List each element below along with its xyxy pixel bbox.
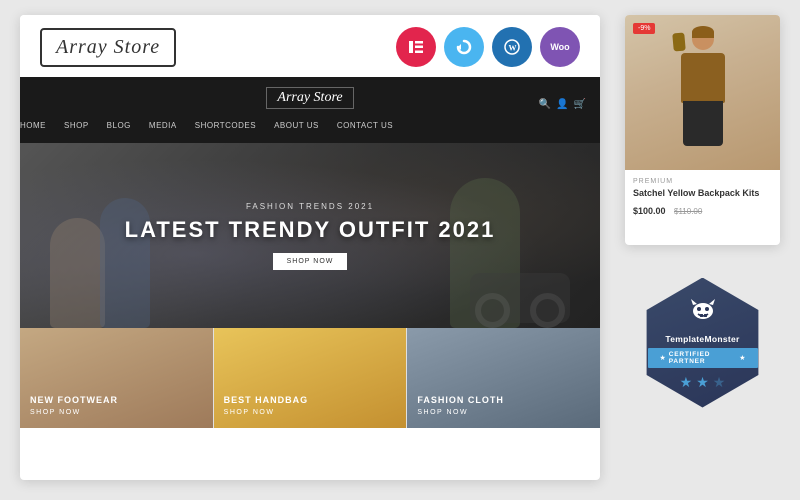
category-footwear[interactable]: NEW FOOTWEAR SHOP NOW xyxy=(20,328,214,428)
product-price: $100.00 xyxy=(633,206,666,216)
wordpress-icon: W xyxy=(492,27,532,67)
nav-shortcodes[interactable]: SHORTCODES xyxy=(195,121,256,130)
nav-home[interactable]: HOME xyxy=(20,121,46,130)
templatemonster-badge: TemplateMonster ★ CERTIFIED PARTNER ★ ★ … xyxy=(625,265,780,420)
model-legs xyxy=(683,101,723,146)
tm-monster-icon xyxy=(687,299,719,332)
hero-section: Fashion Trends 2021 LATEST TRENDY OUTFIT… xyxy=(20,143,600,328)
logo-box: Array Store xyxy=(40,28,176,67)
cart-icon[interactable]: 🛒 xyxy=(574,99,586,110)
elementor-icon xyxy=(396,27,436,67)
search-icon[interactable]: 🔍 xyxy=(539,99,551,110)
nav-logo: Array Store xyxy=(266,87,353,109)
product-info: PREMIUM Satchel Yellow Backpack Kits $10… xyxy=(625,170,780,227)
shop-now-button[interactable]: SHOP NOW xyxy=(273,253,348,270)
star-3: ★ xyxy=(713,374,726,391)
nav-shop[interactable]: SHOP xyxy=(64,121,89,130)
nav-contact[interactable]: CONTACT US xyxy=(337,121,393,130)
nav-media[interactable]: MEDIA xyxy=(149,121,177,130)
model-body xyxy=(681,53,725,103)
certified-label: CERTIFIED PARTNER xyxy=(669,351,736,365)
cat-footwear-sublabel: SHOP NOW xyxy=(30,408,118,418)
woocommerce-icon: Woo xyxy=(540,27,580,67)
cat-fashion-label: FASHION CLOTH xyxy=(417,395,504,405)
nav-blog[interactable]: BLOG xyxy=(107,121,131,130)
svg-text:W: W xyxy=(509,44,517,53)
store-logo: Array Store xyxy=(56,36,160,58)
cat-handbag-sublabel: SHOP NOW xyxy=(224,408,309,418)
sale-badge: -9% xyxy=(633,23,655,34)
star-2: ★ xyxy=(696,374,709,391)
certified-bar: ★ CERTIFIED PARTNER ★ xyxy=(648,348,758,368)
account-icon[interactable]: 👤 xyxy=(556,99,568,110)
nav-about[interactable]: ABOUT US xyxy=(274,121,319,130)
cat-handbag-label: BEST HANDBAG xyxy=(224,395,309,405)
product-name: Satchel Yellow Backpack Kits xyxy=(633,188,772,198)
product-old-price: $110.00 xyxy=(674,207,702,216)
product-label: PREMIUM xyxy=(633,178,772,185)
nav-bar: Array Store HOME SHOP BLOG MEDIA SHORTCO… xyxy=(20,77,600,143)
tm-stars: ★ ★ ★ xyxy=(680,374,726,391)
category-handbag[interactable]: BEST HANDBAG SHOP NOW xyxy=(214,328,408,428)
model-figure xyxy=(663,23,743,163)
cat-footwear-label: NEW FOOTWEAR xyxy=(30,395,118,405)
star-1: ★ xyxy=(680,374,693,391)
card-header: Array Store W xyxy=(20,15,600,77)
cat-fashion-sublabel: SHOP NOW xyxy=(417,408,504,418)
category-fashion[interactable]: FASHION CLOTH SHOP NOW xyxy=(407,328,600,428)
categories-section: NEW FOOTWEAR SHOP NOW BEST HANDBAG SHOP … xyxy=(20,328,600,428)
product-image xyxy=(625,15,780,170)
hero-subtitle: Fashion Trends 2021 xyxy=(246,202,374,211)
plugin-icons: W Woo xyxy=(396,27,580,67)
hero-title: LATEST TRENDY OUTFIT 2021 xyxy=(125,217,496,243)
tm-name: TemplateMonster xyxy=(665,334,739,344)
nav-links: HOME SHOP BLOG MEDIA SHORTCODES ABOUT US… xyxy=(20,115,393,133)
product-panel: -9% PREMIUM Satchel Yellow Backpack Kits… xyxy=(625,15,780,245)
main-card: Array Store W xyxy=(20,15,600,480)
refresh-icon xyxy=(444,27,484,67)
